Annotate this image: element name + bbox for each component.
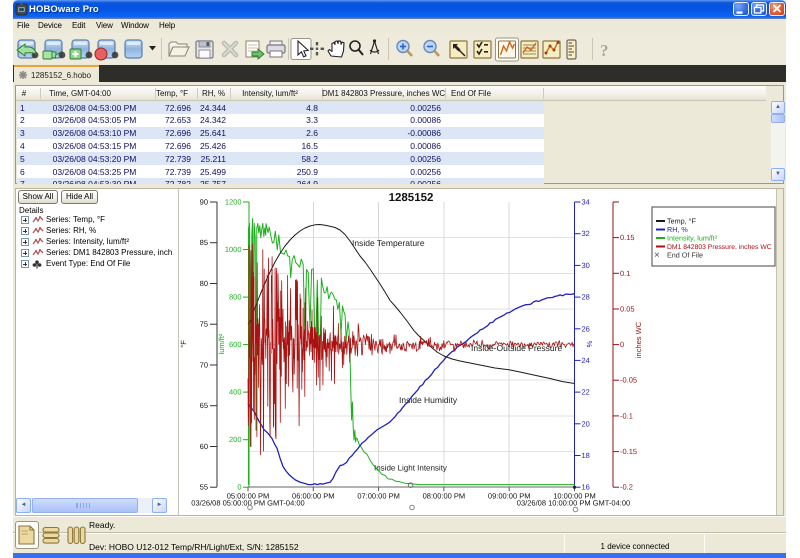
svg-text:1000: 1000 [225,245,242,254]
svg-text:16: 16 [582,483,590,492]
svg-text:°F: °F [180,340,188,348]
svg-text:32: 32 [582,229,590,238]
svg-text:%: % [585,340,594,347]
svg-text:03/26/08 10:00:00 PM GMT-04:00: 03/26/08 10:00:00 PM GMT-04:00 [517,499,630,508]
svg-text:1200: 1200 [225,198,242,207]
svg-text:-0.05: -0.05 [620,376,637,385]
svg-text:0: 0 [620,340,624,349]
svg-text:55: 55 [200,483,208,492]
svg-text:lum/ft²: lum/ft² [217,333,226,354]
svg-text:30: 30 [582,261,590,270]
svg-text:-0.2: -0.2 [620,483,633,492]
svg-text:0.05: 0.05 [620,305,635,314]
svg-text:90: 90 [200,198,208,207]
svg-text:?: ? [600,41,609,60]
svg-text:Inside-Outside Pressure: Inside-Outside Pressure [471,343,562,353]
svg-text:18: 18 [582,451,590,460]
svg-text:0: 0 [237,483,241,492]
svg-text:1285152: 1285152 [389,192,434,204]
svg-text:08:00:00 PM: 08:00:00 PM [423,492,466,501]
svg-text:Intensity, lum/ft²: Intensity, lum/ft² [667,234,718,243]
svg-text:26: 26 [582,324,590,333]
svg-text:28: 28 [582,293,590,302]
svg-text:0.15: 0.15 [620,233,635,242]
svg-text:200: 200 [229,435,242,444]
svg-text:-0.1: -0.1 [620,411,633,420]
svg-text:07:00:00 PM: 07:00:00 PM [357,492,400,501]
svg-text:-0.15: -0.15 [620,447,637,456]
svg-text:85: 85 [200,238,208,247]
svg-text:22: 22 [582,388,590,397]
svg-text:0.1: 0.1 [620,269,630,278]
svg-text:600: 600 [229,340,242,349]
svg-text:inches WC: inches WC [634,321,643,358]
svg-text:800: 800 [229,293,242,302]
svg-text:34: 34 [582,198,590,207]
svg-text:24: 24 [582,356,590,365]
svg-text:×: × [654,250,660,261]
svg-text:60: 60 [200,442,208,451]
svg-text:Inside Temperature: Inside Temperature [352,238,425,248]
svg-text:20: 20 [582,419,590,428]
svg-text:End Of File: End Of File [667,251,703,260]
svg-text:Inside Humidity: Inside Humidity [399,395,458,405]
svg-text:80: 80 [200,279,208,288]
svg-text:65: 65 [200,401,208,410]
svg-text:70: 70 [200,361,208,370]
svg-text:Inside Light Intensity: Inside Light Intensity [374,464,447,473]
svg-text:400: 400 [229,388,242,397]
svg-text:75: 75 [200,320,208,329]
